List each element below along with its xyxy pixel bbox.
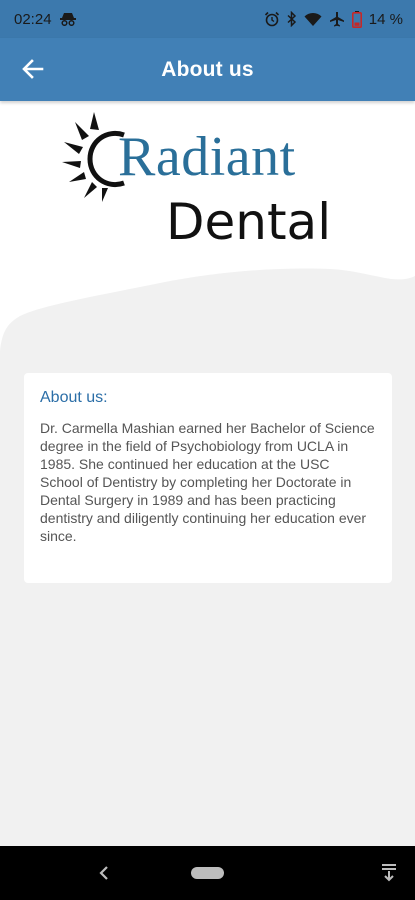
about-card: About us: Dr. Carmella Mashian earned he…	[24, 373, 392, 583]
about-heading: About us:	[40, 389, 108, 406]
logo-radiant-text: Radiant	[118, 126, 296, 188]
nav-back-icon[interactable]	[96, 864, 112, 882]
content-area: Radiant Dental About us: Dr. Carmella Ma…	[0, 101, 415, 846]
airplane-icon	[329, 11, 345, 27]
wifi-icon	[304, 12, 322, 27]
radiant-dental-logo: Radiant Dental	[62, 109, 352, 259]
status-right: 14 %	[264, 10, 403, 28]
system-nav-bar	[0, 846, 415, 900]
logo-dental-text: Dental	[166, 193, 332, 251]
battery-low-icon	[351, 10, 362, 28]
page-title: About us	[161, 57, 254, 81]
status-left: 02:24	[14, 11, 76, 28]
battery-percent: 14 %	[368, 10, 403, 28]
app-bar: About us	[0, 38, 415, 101]
nav-home-pill[interactable]	[191, 867, 224, 879]
back-button[interactable]	[20, 56, 46, 82]
status-time: 02:24	[14, 10, 52, 28]
bluetooth-icon	[287, 11, 297, 27]
incognito-icon	[59, 12, 76, 26]
about-body: Dr. Carmella Mashian earned her Bachelor…	[40, 420, 375, 544]
arrow-left-icon	[22, 59, 44, 79]
alarm-icon	[264, 11, 280, 27]
status-bar: 02:24 14 %	[0, 0, 415, 38]
nav-extra-icon[interactable]	[380, 863, 398, 883]
